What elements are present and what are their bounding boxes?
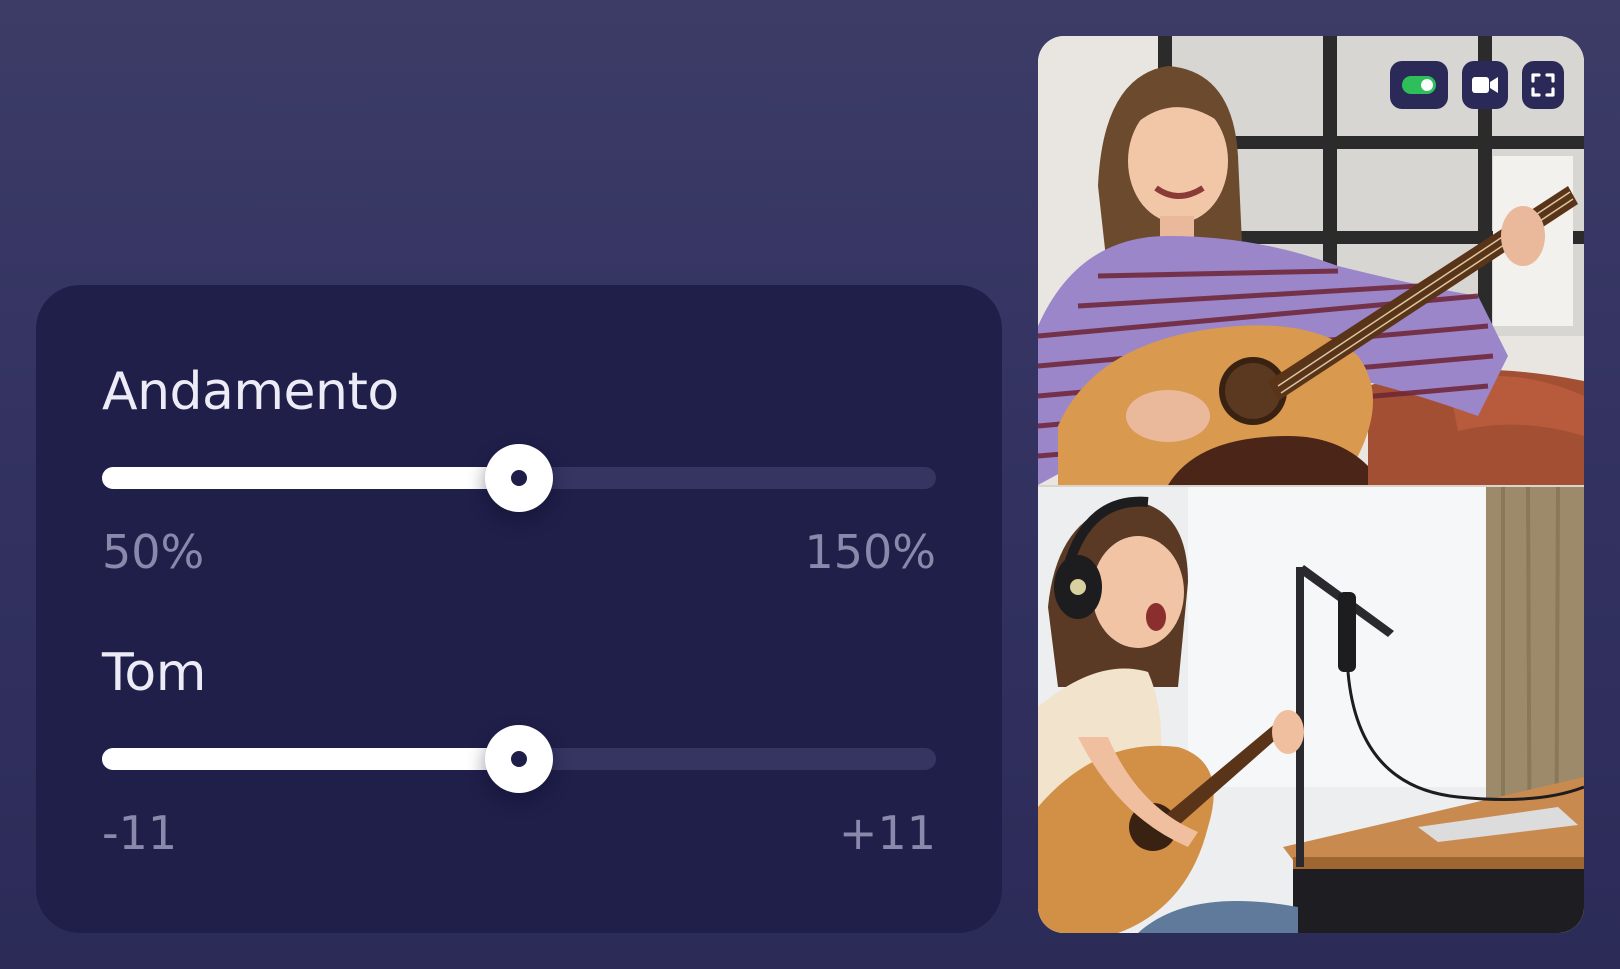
video-toggle-button[interactable]	[1390, 61, 1448, 109]
tempo-control: Andamento 50% 150%	[102, 362, 936, 579]
pitch-min-label: -11	[102, 806, 178, 860]
video-call-panel	[1038, 36, 1584, 933]
toggle-switch	[1402, 76, 1436, 94]
pitch-slider-track[interactable]	[102, 725, 936, 793]
tempo-title: Andamento	[102, 362, 399, 422]
pitch-title: Tom	[102, 643, 206, 703]
toggle-knob	[1421, 79, 1433, 91]
video-controls	[1390, 61, 1564, 109]
fullscreen-button[interactable]	[1522, 61, 1564, 109]
pitch-max-label: +11	[838, 806, 936, 860]
fullscreen-icon	[1531, 73, 1555, 97]
pitch-slider-fill	[102, 748, 519, 770]
tempo-min-label: 50%	[102, 525, 205, 579]
tempo-slider-fill	[102, 467, 519, 489]
audio-adjust-panel: Andamento 50% 150% Tom -11 +11	[36, 285, 1002, 933]
tempo-max-label: 150%	[804, 525, 936, 579]
participant-video-singer[interactable]	[1038, 487, 1584, 933]
tempo-slider-track[interactable]	[102, 444, 936, 512]
pitch-control: Tom -11 +11	[102, 643, 936, 860]
singer-video-frame	[1038, 487, 1584, 933]
camera-button[interactable]	[1462, 61, 1508, 109]
tempo-slider-thumb[interactable]	[485, 444, 553, 512]
pitch-slider-thumb[interactable]	[485, 725, 553, 793]
video-camera-icon	[1472, 77, 1498, 93]
tempo-thumb-dot	[511, 470, 527, 486]
pitch-thumb-dot	[511, 751, 527, 767]
